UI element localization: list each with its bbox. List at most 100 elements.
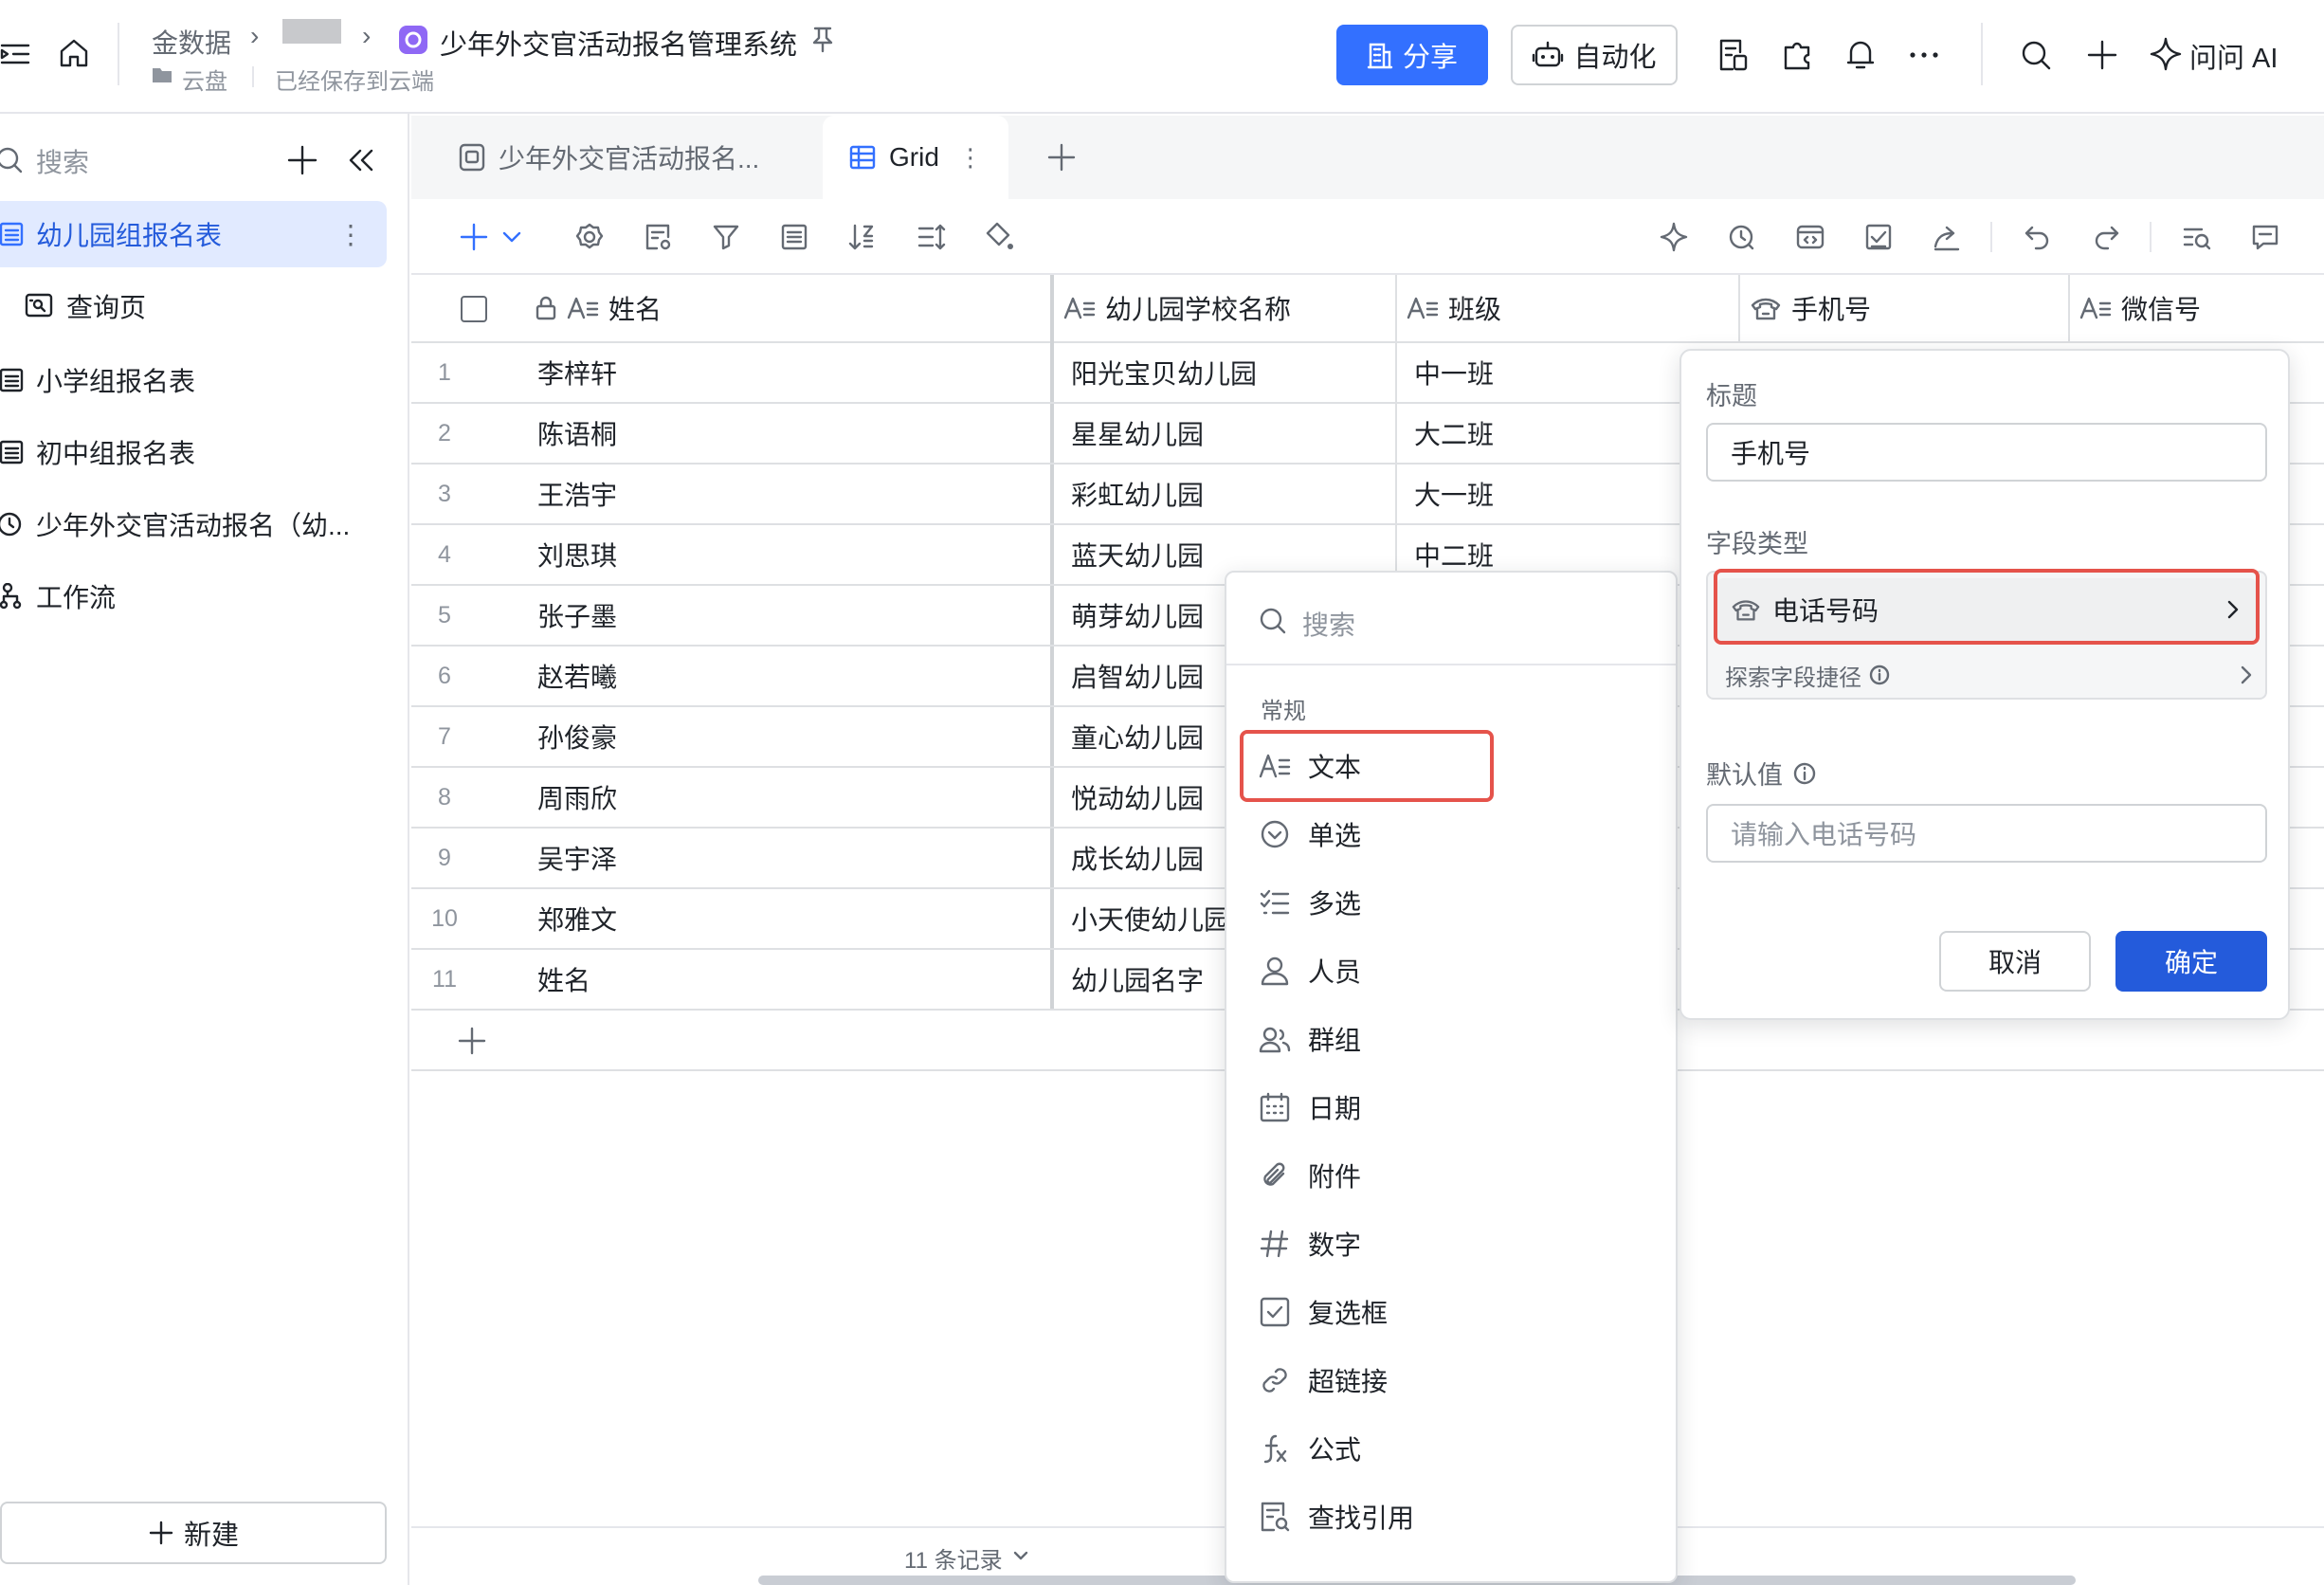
sidebar-item-primary-table[interactable]: 小学组报名表 [0,347,387,413]
field-config-icon[interactable] [639,218,677,256]
column-header-wechat[interactable]: 微信号 [2079,275,2324,343]
cell-school[interactable]: 启智幼儿园 [1071,647,1204,705]
collapse-double-chevron-icon[interactable] [347,146,375,174]
settings-gear-icon[interactable] [571,218,608,256]
breadcrumb-root[interactable]: 金数据 [152,23,231,61]
cancel-button[interactable]: 取消 [1939,931,2091,992]
sidebar-item-query-page[interactable]: 查询页 [0,273,387,339]
sidebar-item-middle-table[interactable]: 初中组报名表 [0,419,387,485]
share-button[interactable]: 分享 [1336,25,1488,85]
type-option-person[interactable]: 人员 [1240,940,1662,1001]
sidebar-item-workflow[interactable]: 工作流 [0,563,387,629]
comment-icon[interactable] [2246,218,2284,256]
document-icon[interactable] [1717,38,1750,72]
pin-icon[interactable] [809,25,836,53]
undo-icon[interactable] [2019,218,2057,256]
location-text[interactable]: 云盘 [182,63,227,96]
search-icon[interactable] [2019,38,2053,72]
more-vertical-icon[interactable]: ⋮ [337,219,364,250]
sidebar-search-input[interactable]: 搜索 [36,142,89,180]
find-icon[interactable] [2178,218,2216,256]
cell-class[interactable]: 大二班 [1414,404,1494,463]
add-icon[interactable] [286,144,318,176]
cell-school[interactable]: 彩虹幼儿园 [1071,465,1204,523]
select-all-checkbox[interactable] [461,296,487,322]
confirm-button[interactable]: 确定 [2115,931,2267,992]
embed-code-icon[interactable] [1791,218,1829,256]
ai-sparkle-icon[interactable] [2148,36,2184,72]
type-option-formula[interactable]: 公式 [1240,1418,1662,1479]
collapse-sidebar-icon[interactable] [0,38,32,70]
cell-name[interactable]: 吴宇泽 [537,829,617,887]
cell-school[interactable]: 成长幼儿园 [1071,829,1204,887]
notification-bell-icon[interactable] [1844,38,1877,72]
home-icon[interactable] [57,36,91,70]
cell-school[interactable]: 阳光宝贝幼儿园 [1071,343,1257,402]
cell-class[interactable]: 中一班 [1414,343,1494,402]
add-icon[interactable] [2085,38,2119,72]
add-row-icon[interactable] [457,1026,487,1056]
filter-icon[interactable] [707,218,745,256]
cell-school[interactable]: 小天使幼儿园 [1071,889,1230,948]
cell-name[interactable]: 陈语桐 [537,404,617,463]
group-list-icon[interactable] [775,218,813,256]
cell-name[interactable]: 周雨欣 [537,768,617,827]
app-title[interactable]: 少年外交官活动报名管理系统 [440,23,797,63]
fill-color-icon[interactable] [980,218,1018,256]
cell-class[interactable]: 大一班 [1414,465,1494,523]
type-option-hyperlink[interactable]: 超链接 [1240,1350,1662,1411]
new-button[interactable]: 新建 [0,1502,387,1564]
redo-icon[interactable] [2087,218,2125,256]
row-height-icon[interactable] [912,218,950,256]
cell-school[interactable]: 蓝天幼儿园 [1071,525,1204,584]
cell-name[interactable]: 刘思琪 [537,525,617,584]
chevron-down-icon[interactable] [499,218,525,256]
type-option-number[interactable]: 数字 [1240,1213,1662,1274]
default-value-input[interactable]: 请输入电话号码 [1706,804,2267,863]
column-header-phone[interactable]: 手机号 [1750,275,2034,343]
chevron-down-icon[interactable] [1010,1545,1031,1566]
cell-name[interactable]: 王浩宇 [537,465,617,523]
record-count[interactable]: 11 条记录 [904,1541,1003,1575]
cell-name[interactable]: 李梓轩 [537,343,617,402]
type-option-attachment[interactable]: 附件 [1240,1145,1662,1206]
tab-form[interactable]: 少年外交官活动报名... [459,116,759,199]
explore-field-shortcuts[interactable]: 探索字段捷径 [1725,658,2256,692]
cell-name[interactable]: 孙俊豪 [537,707,617,766]
column-header-name[interactable]: 姓名 [535,275,1075,343]
history-icon[interactable] [1723,218,1761,256]
column-header-class[interactable]: 班级 [1407,275,1653,343]
check-task-icon[interactable] [1860,218,1897,256]
more-icon[interactable] [1907,38,1941,72]
cell-name[interactable]: 赵若曦 [537,647,617,705]
cell-school[interactable]: 星星幼儿园 [1071,404,1204,463]
add-record-icon[interactable] [455,218,493,256]
plugin-icon[interactable] [1782,38,1814,72]
type-option-multi-select[interactable]: 多选 [1240,872,1662,933]
automation-button[interactable]: 自动化 [1511,25,1678,85]
tab-grid[interactable]: Grid ⋮ [823,116,1008,199]
type-search-input[interactable]: 搜索 [1302,605,1355,643]
sidebar-item-form[interactable]: 少年外交官活动报名（幼... [0,491,387,557]
export-share-icon[interactable] [1928,218,1966,256]
cell-name[interactable]: 姓名 [537,950,590,1009]
add-view-icon[interactable] [1046,142,1077,173]
cell-school[interactable]: 幼儿园名字 [1071,950,1204,1009]
type-option-date[interactable]: 日期 [1240,1077,1662,1138]
cell-name[interactable]: 张子墨 [537,586,617,645]
cell-school[interactable]: 萌芽幼儿园 [1071,586,1204,645]
cell-school[interactable]: 童心幼儿园 [1071,707,1204,766]
cell-name[interactable]: 郑雅文 [537,889,617,948]
cell-school[interactable]: 悦动幼儿园 [1071,768,1204,827]
ai-sparkle-icon[interactable] [1655,218,1693,256]
column-header-school[interactable]: 幼儿园学校名称 [1063,275,1310,343]
sort-icon[interactable] [844,218,881,256]
field-title-input[interactable]: 手机号 [1706,423,2267,482]
tab-more-icon[interactable]: ⋮ [958,143,983,173]
type-option-group[interactable]: 群组 [1240,1009,1662,1069]
type-option-single-select[interactable]: 单选 [1240,804,1662,865]
sidebar-item-kindergarten-table[interactable]: 幼儿园组报名表 ⋮ [0,201,387,267]
type-option-checkbox[interactable]: 复选框 [1240,1282,1662,1342]
ask-ai-button[interactable]: 问问 AI [2189,36,2278,76]
type-option-lookup[interactable]: 查找引用 [1240,1486,1662,1547]
